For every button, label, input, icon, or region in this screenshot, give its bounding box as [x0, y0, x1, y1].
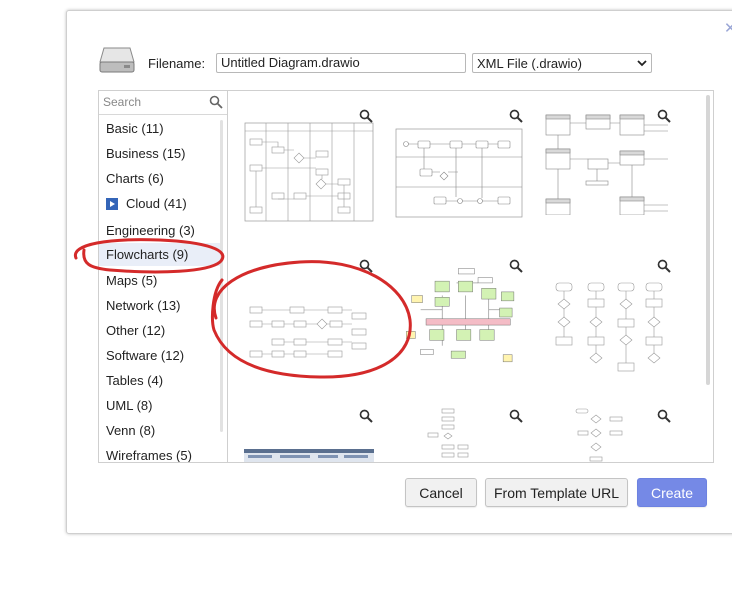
- category-other[interactable]: Other (12): [106, 323, 165, 338]
- template-scrollbar[interactable]: [706, 95, 710, 385]
- zoom-icon[interactable]: [359, 109, 373, 123]
- format-selected-value: XML File (.drawio): [477, 55, 582, 71]
- category-network[interactable]: Network (13): [106, 298, 180, 313]
- filename-input[interactable]: Untitled Diagram.drawio: [216, 53, 466, 73]
- search-icon[interactable]: [209, 95, 223, 109]
- sidebar-scrollbar[interactable]: [220, 120, 223, 432]
- zoom-icon[interactable]: [509, 109, 523, 123]
- template-thumbnail-vertical-flow[interactable]: [424, 407, 484, 463]
- category-cloud-label: Cloud (41): [126, 196, 187, 211]
- template-thumbnail-vertical-decision[interactable]: [574, 407, 634, 463]
- chevron-down-icon: [637, 60, 647, 67]
- cancel-button[interactable]: Cancel: [405, 478, 477, 507]
- from-template-url-button[interactable]: From Template URL: [485, 478, 628, 507]
- drive-icon: [99, 47, 135, 73]
- template-thumbnail-flowchart[interactable]: [244, 281, 374, 385]
- search-input[interactable]: Search: [99, 91, 227, 115]
- filename-label: Filename:: [148, 56, 206, 71]
- template-grid: [227, 90, 714, 463]
- zoom-icon[interactable]: [509, 259, 523, 273]
- category-maps[interactable]: Maps (5): [106, 273, 157, 288]
- template-thumbnail-swimlane[interactable]: [244, 121, 374, 225]
- category-engineering[interactable]: Engineering (3): [106, 223, 195, 238]
- category-business[interactable]: Business (15): [106, 146, 185, 161]
- search-placeholder: Search: [103, 95, 142, 109]
- zoom-icon[interactable]: [657, 259, 671, 273]
- zoom-icon[interactable]: [359, 409, 373, 423]
- zoom-icon[interactable]: [359, 259, 373, 273]
- template-thumbnail-process[interactable]: [394, 121, 524, 225]
- category-wireframes[interactable]: Wireframes (5): [106, 448, 192, 462]
- category-flowcharts[interactable]: Flowcharts (9): [99, 243, 221, 266]
- zoom-icon[interactable]: [509, 409, 523, 423]
- template-thumbnail-mockup[interactable]: [244, 447, 374, 463]
- close-icon[interactable]: ✕: [724, 21, 732, 36]
- cloud-icon: [106, 197, 118, 210]
- template-thumbnail-decision-flow[interactable]: [546, 275, 676, 379]
- category-cloud[interactable]: Cloud (41): [106, 196, 187, 211]
- category-basic[interactable]: Basic (11): [106, 121, 164, 136]
- zoom-icon[interactable]: [657, 409, 671, 423]
- category-sidebar: Search Basic (11) Business (15) Charts (…: [98, 90, 227, 463]
- format-select[interactable]: XML File (.drawio): [472, 53, 652, 73]
- template-thumbnail-entity[interactable]: [542, 111, 672, 215]
- create-button[interactable]: Create: [637, 478, 707, 507]
- zoom-icon[interactable]: [657, 109, 671, 123]
- category-software[interactable]: Software (12): [106, 348, 184, 363]
- template-thumbnail-colored-process[interactable]: [396, 265, 526, 369]
- category-charts[interactable]: Charts (6): [106, 171, 164, 186]
- category-tables[interactable]: Tables (4): [106, 373, 163, 388]
- category-uml[interactable]: UML (8): [106, 398, 152, 413]
- category-venn[interactable]: Venn (8): [106, 423, 155, 438]
